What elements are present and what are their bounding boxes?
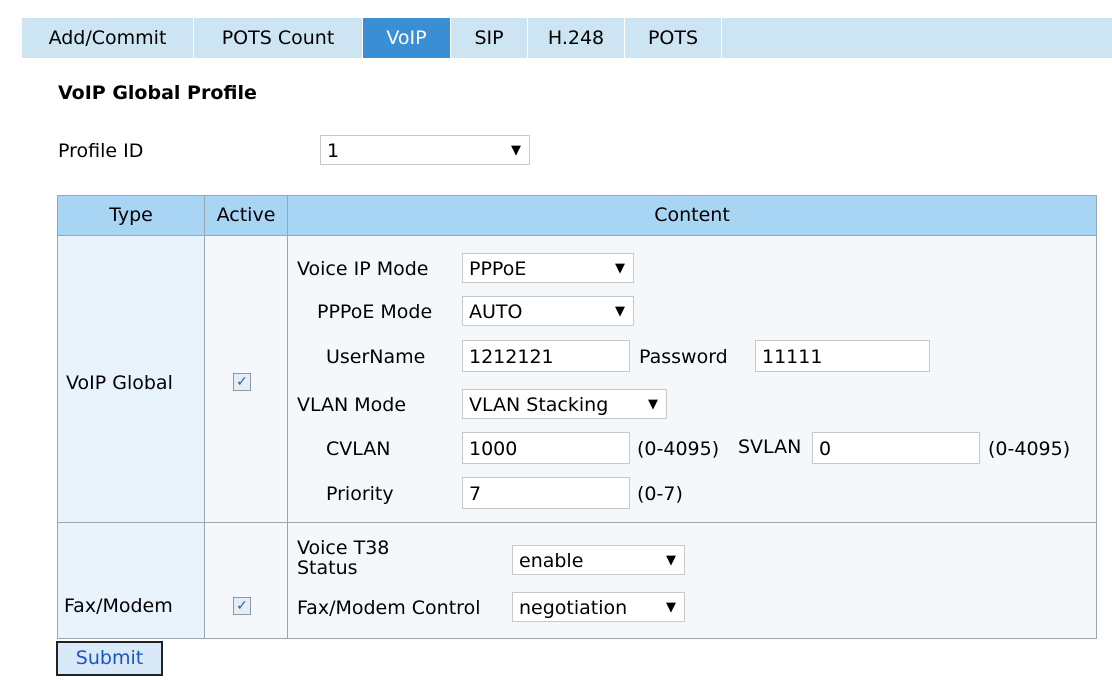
header-active: Active	[205, 196, 288, 235]
password-input[interactable]: 11111	[755, 340, 930, 372]
voice-ip-mode-select[interactable]: PPPoE ▼	[462, 253, 634, 283]
tab-voip[interactable]: VoIP	[363, 18, 451, 58]
priority-range: (0-7)	[637, 483, 683, 505]
pppoe-mode-value: AUTO	[469, 301, 523, 323]
chevron-down-icon: ▼	[666, 600, 676, 615]
row2-type-cell	[58, 522, 205, 638]
password-label: Password	[639, 346, 728, 368]
fax-modem-active-checkbox[interactable]: ✓	[233, 597, 251, 615]
profile-id-select[interactable]: 1 ▼	[320, 135, 530, 165]
username-label: UserName	[326, 346, 426, 368]
tab-pots-count[interactable]: POTS Count	[194, 18, 363, 58]
chevron-down-icon: ▼	[615, 261, 625, 276]
header-type: Type	[58, 196, 205, 235]
svlan-input[interactable]: 0	[812, 432, 980, 464]
fax-modem-control-label: Fax/Modem Control	[297, 597, 481, 619]
svlan-label: SVLAN	[738, 436, 802, 458]
cvlan-input[interactable]: 1000	[462, 432, 630, 464]
voice-ip-mode-label: Voice IP Mode	[297, 258, 429, 280]
cvlan-label: CVLAN	[326, 438, 391, 460]
tab-h248[interactable]: H.248	[528, 18, 625, 58]
vlan-mode-value: VLAN Stacking	[469, 394, 609, 416]
voice-t38-status-value: enable	[519, 550, 584, 572]
tab-add-commit[interactable]: Add/Commit	[22, 18, 194, 58]
cvlan-range: (0-4095)	[637, 438, 720, 460]
profile-id-value: 1	[327, 140, 340, 162]
chevron-down-icon: ▼	[666, 553, 676, 568]
priority-label: Priority	[326, 483, 394, 505]
vlan-mode-select[interactable]: VLAN Stacking ▼	[462, 389, 667, 419]
row-type-voip-global: VoIP Global	[66, 372, 173, 394]
chevron-down-icon: ▼	[648, 397, 658, 412]
voice-ip-mode-value: PPPoE	[469, 258, 527, 280]
pppoe-mode-label: PPPoE Mode	[317, 301, 433, 323]
voice-t38-status-select[interactable]: enable ▼	[512, 545, 685, 575]
profile-id-label: Profile ID	[58, 140, 144, 162]
chevron-down-icon: ▼	[511, 143, 521, 158]
tab-sip[interactable]: SIP	[451, 18, 528, 58]
pppoe-mode-select[interactable]: AUTO ▼	[462, 296, 634, 326]
priority-input[interactable]: 7	[462, 477, 630, 509]
username-input[interactable]: 1212121	[462, 340, 630, 372]
row2-content-cell	[288, 522, 1096, 638]
header-content: Content	[288, 196, 1096, 235]
tab-pots[interactable]: POTS	[625, 18, 722, 58]
page-title: VoIP Global Profile	[58, 82, 257, 104]
voice-t38-label: Voice T38 Status	[297, 538, 389, 578]
voice-t38-label-line1: Voice T38	[297, 537, 390, 559]
fax-modem-control-value: negotiation	[519, 597, 628, 619]
row2-active-cell	[205, 522, 288, 638]
voice-t38-label-line2: Status	[297, 557, 358, 579]
vlan-mode-label: VLAN Mode	[297, 394, 407, 416]
submit-button[interactable]: Submit	[56, 641, 163, 676]
tab-bar: Add/Commit POTS Count VoIP SIP H.248 POT…	[22, 18, 1112, 58]
fax-modem-control-select[interactable]: negotiation ▼	[512, 592, 685, 622]
chevron-down-icon: ▼	[615, 304, 625, 319]
voip-global-active-checkbox[interactable]: ✓	[233, 373, 251, 391]
row-type-fax-modem: Fax/Modem	[64, 595, 173, 617]
svlan-range: (0-4095)	[988, 438, 1071, 460]
